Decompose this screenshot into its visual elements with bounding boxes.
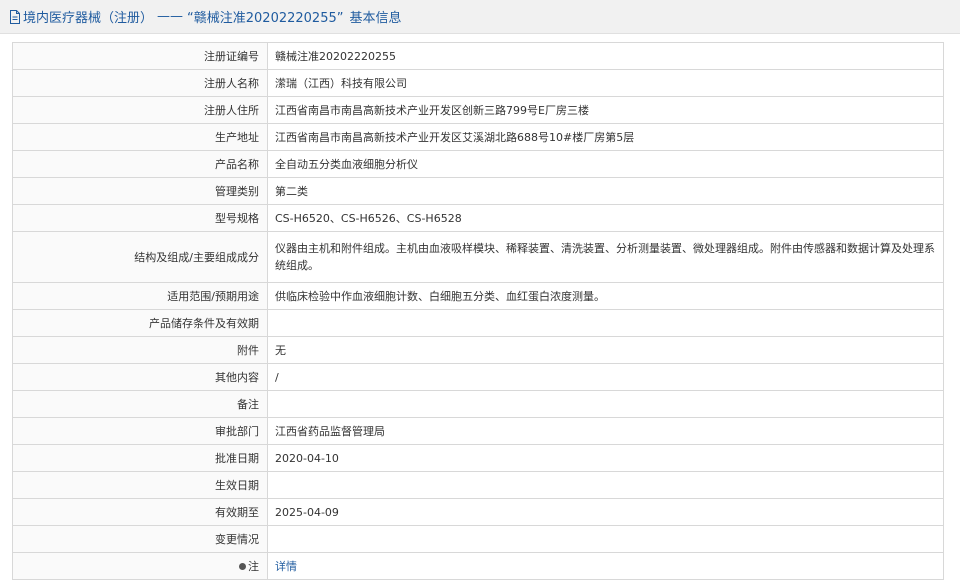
table-row: 产品储存条件及有效期: [12, 309, 944, 337]
row-key: 结构及组成/主要组成成分: [12, 231, 268, 283]
table-row: 有效期至 2025-04-09: [12, 498, 944, 526]
row-key: 其他内容: [12, 363, 268, 391]
row-value: [267, 390, 944, 418]
info-table-container: 注册证编号 赣械注准20202220255 注册人名称 潆瑞（江西）科技有限公司…: [12, 42, 944, 580]
row-value: [267, 309, 944, 337]
table-row: 产品名称 全自动五分类血液细胞分析仪: [12, 150, 944, 178]
row-key: 审批部门: [12, 417, 268, 445]
row-key: 产品名称: [12, 150, 268, 178]
row-value: 无: [267, 336, 944, 364]
row-value: 2020-04-10: [267, 444, 944, 472]
row-key: 注册人住所: [12, 96, 268, 124]
title-record: “赣械注准20202220255”: [187, 11, 344, 26]
row-value: [267, 525, 944, 553]
page-title-bar: 境内医疗器械（注册） —— “赣械注准20202220255” 基本信息: [0, 0, 960, 34]
document-icon: [9, 9, 21, 24]
row-value: 江西省药品监督管理局: [267, 417, 944, 445]
table-row: 结构及组成/主要组成成分 仪器由主机和附件组成。主机由血液吸样模块、稀释装置、清…: [12, 231, 944, 283]
row-key: 变更情况: [12, 525, 268, 553]
row-key: 批准日期: [12, 444, 268, 472]
row-value: 供临床检验中作血液细胞计数、白细胞五分类、血红蛋白浓度测量。: [267, 282, 944, 310]
table-row: 批准日期 2020-04-10: [12, 444, 944, 472]
row-value: 仪器由主机和附件组成。主机由血液吸样模块、稀释装置、清洗装置、分析测量装置、微处…: [267, 231, 944, 283]
row-key: 适用范围/预期用途: [12, 282, 268, 310]
row-value: 赣械注准20202220255: [267, 42, 944, 70]
row-value: CS-H6520、CS-H6526、CS-H6528: [267, 204, 944, 232]
row-key: 注册人名称: [12, 69, 268, 97]
table-row: 备注: [12, 390, 944, 418]
table-row: 其他内容 /: [12, 363, 944, 391]
row-key: 注册证编号: [12, 42, 268, 70]
row-value: 江西省南昌市南昌高新技术产业开发区创新三路799号E厂房三楼: [267, 96, 944, 124]
table-row: 注册证编号 赣械注准20202220255: [12, 42, 944, 70]
title-section: 境内医疗器械（注册）: [23, 11, 154, 26]
table-row: 变更情况: [12, 525, 944, 553]
note-label: 注: [248, 559, 259, 573]
title-suffix: 基本信息: [349, 11, 402, 26]
row-value: 全自动五分类血液细胞分析仪: [267, 150, 944, 178]
row-key: 附件: [12, 336, 268, 364]
row-value: /: [267, 363, 944, 391]
note-value: 详情: [267, 552, 944, 580]
row-key: 备注: [12, 390, 268, 418]
row-value: [267, 471, 944, 499]
note-key: 注: [12, 552, 268, 580]
table-row: 附件 无: [12, 336, 944, 364]
table-row: 生效日期: [12, 471, 944, 499]
row-value: 江西省南昌市南昌高新技术产业开发区艾溪湖北路688号10#楼厂房第5层: [267, 123, 944, 151]
table-row: 注册人住所 江西省南昌市南昌高新技术产业开发区创新三路799号E厂房三楼: [12, 96, 944, 124]
info-table: 注册证编号 赣械注准20202220255 注册人名称 潆瑞（江西）科技有限公司…: [12, 42, 944, 580]
table-row: 注册人名称 潆瑞（江西）科技有限公司: [12, 69, 944, 97]
detail-link[interactable]: 详情: [275, 560, 297, 573]
row-key: 有效期至: [12, 498, 268, 526]
table-row: 生产地址 江西省南昌市南昌高新技术产业开发区艾溪湖北路688号10#楼厂房第5层: [12, 123, 944, 151]
row-key: 管理类别: [12, 177, 268, 205]
row-value: 第二类: [267, 177, 944, 205]
table-row: 审批部门 江西省药品监督管理局: [12, 417, 944, 445]
row-key: 生产地址: [12, 123, 268, 151]
row-key: 型号规格: [12, 204, 268, 232]
bullet-icon: [239, 562, 246, 570]
row-value: 潆瑞（江西）科技有限公司: [267, 69, 944, 97]
table-row: 适用范围/预期用途 供临床检验中作血液细胞计数、白细胞五分类、血红蛋白浓度测量。: [12, 282, 944, 310]
row-value: 2025-04-09: [267, 498, 944, 526]
table-row: 管理类别 第二类: [12, 177, 944, 205]
table-row-note: 注 详情: [12, 552, 944, 580]
row-key: 生效日期: [12, 471, 268, 499]
title-dash: ——: [157, 9, 184, 24]
table-row: 型号规格 CS-H6520、CS-H6526、CS-H6528: [12, 204, 944, 232]
row-key: 产品储存条件及有效期: [12, 309, 268, 337]
